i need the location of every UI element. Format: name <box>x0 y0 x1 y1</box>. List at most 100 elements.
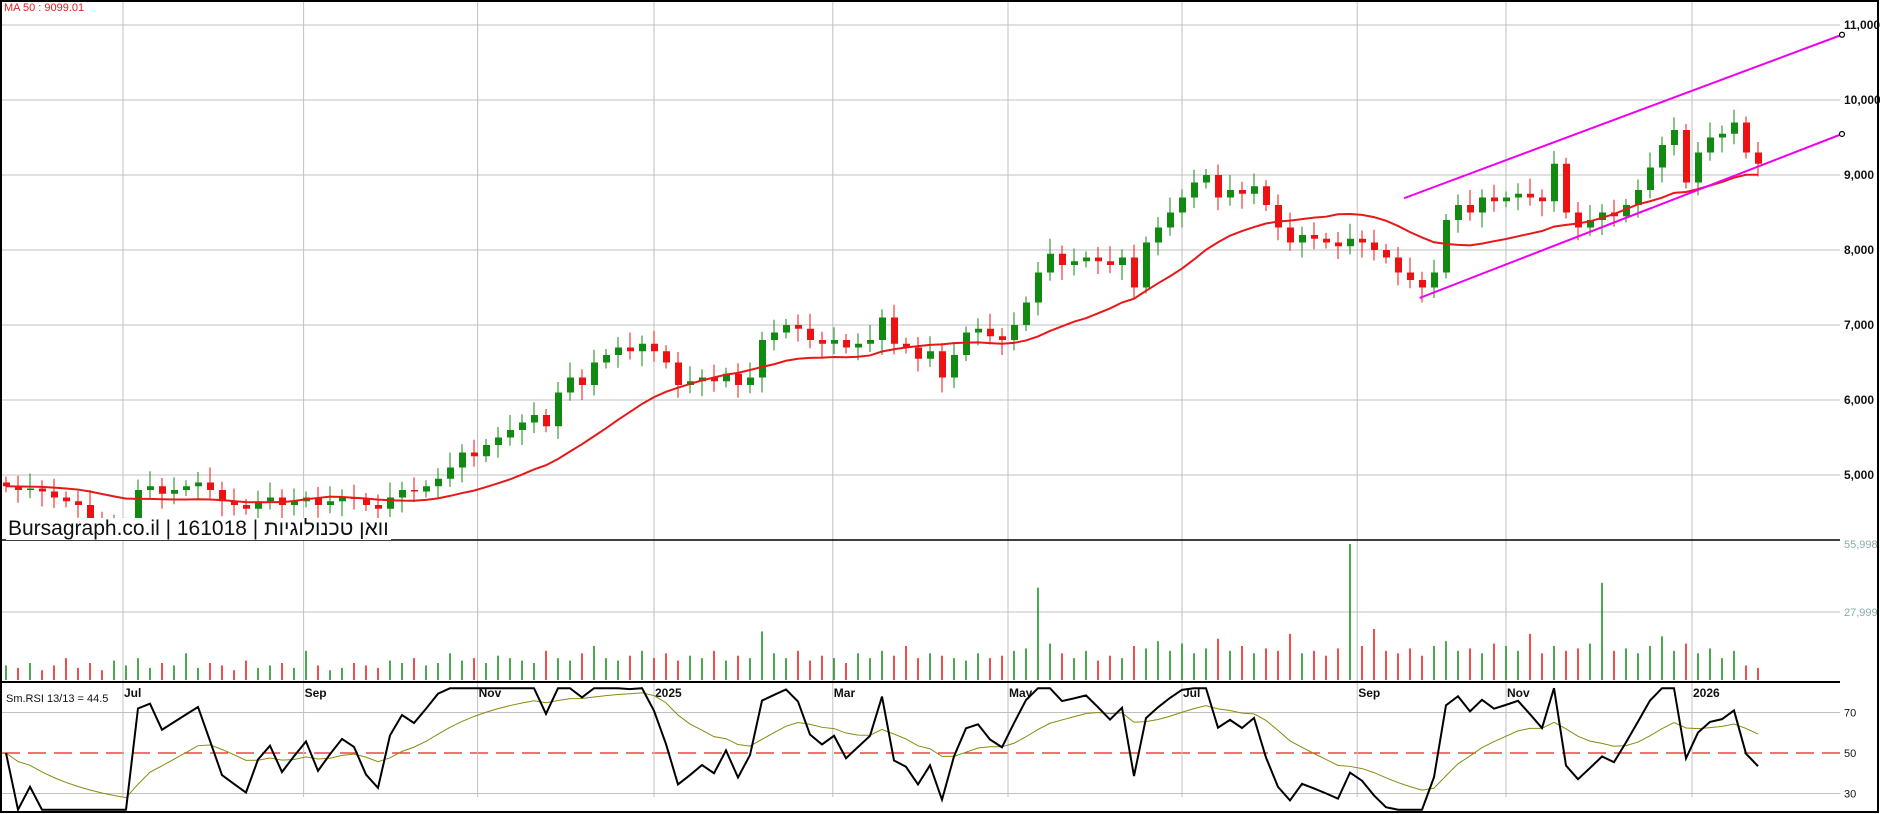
candle-body <box>1071 261 1078 265</box>
candle-body <box>411 490 418 492</box>
candle-body <box>471 452 478 457</box>
candle-body <box>951 355 958 378</box>
rsi-tick-label: 50 <box>1844 748 1856 760</box>
candle-body <box>435 478 442 487</box>
candle-body <box>1155 227 1162 243</box>
candle-body <box>591 362 598 385</box>
candle-body <box>1539 197 1546 202</box>
trend-channel-upper <box>1403 34 1840 200</box>
candle-body <box>1467 205 1474 213</box>
candle-body <box>1035 272 1042 303</box>
candle-body <box>1419 280 1426 288</box>
candle-body <box>1515 193 1522 198</box>
candle-body <box>819 340 826 344</box>
candle-body <box>507 430 514 438</box>
candle-body <box>855 343 862 348</box>
candle-body <box>483 445 490 457</box>
candle-body <box>1527 193 1534 198</box>
candle-body <box>147 486 154 490</box>
candle-body <box>327 501 334 505</box>
month-label: Jul <box>124 686 141 700</box>
candle-body <box>27 488 34 490</box>
candle-body <box>891 317 898 344</box>
candle-body <box>399 490 406 498</box>
candle-body <box>879 317 886 340</box>
candle-body <box>807 328 814 340</box>
price-panel <box>3 34 1840 540</box>
month-label: Sep <box>305 686 327 700</box>
chart-frame <box>0 0 1879 813</box>
candle-body <box>1719 133 1726 138</box>
rsi-line <box>5 687 1759 813</box>
candle-body <box>1347 238 1354 247</box>
candle-body <box>1179 197 1186 213</box>
chart-container: 11,000 10,000 9,000 8,000 7,000 6,000 5,000 55,… <box>0 0 1880 814</box>
ma-label: MA 50 : 9099.01 <box>4 2 85 14</box>
candle-body <box>1143 242 1150 288</box>
rsi-label: Sm.RSI 13/13 = 44.5 <box>6 693 109 705</box>
candle-body <box>1251 186 1258 194</box>
candle-body <box>1731 122 1738 134</box>
month-label: Sep <box>1358 686 1380 700</box>
candle-body <box>75 501 82 505</box>
candle-body <box>663 351 670 363</box>
rsi-tick-label: 70 <box>1844 708 1856 720</box>
candle-body <box>243 505 250 509</box>
candle-body <box>987 328 994 337</box>
trend-handle-upper <box>1838 31 1846 38</box>
candle-body <box>1095 257 1102 262</box>
candle-body <box>267 497 274 502</box>
candle-body <box>771 332 778 340</box>
candle-body <box>495 437 502 445</box>
candle-body <box>1083 257 1090 262</box>
candle-body <box>735 373 742 385</box>
candle-body <box>1443 220 1450 273</box>
candle-body <box>1407 272 1414 280</box>
candle-body <box>927 351 934 359</box>
candle-body <box>615 347 622 355</box>
candle-body <box>1563 163 1570 213</box>
candle-body <box>651 343 658 352</box>
candle-body <box>171 490 178 494</box>
candle-body <box>1299 235 1306 243</box>
stock-chart: 11,000 10,000 9,000 8,000 7,000 6,000 5,000 55,… <box>0 0 1880 813</box>
candle-body <box>1683 130 1690 183</box>
candle-body <box>531 415 538 423</box>
candle-body <box>207 482 214 490</box>
candle-body <box>1551 163 1558 202</box>
candle-body <box>999 336 1006 340</box>
candle-body <box>627 347 634 352</box>
candle-body <box>1167 212 1174 228</box>
candle-body <box>795 325 802 329</box>
candle-body <box>1203 175 1210 183</box>
candle-body <box>1047 253 1054 273</box>
candle-body <box>759 340 766 378</box>
candle-body <box>1335 242 1342 247</box>
month-label: 2026 <box>1693 686 1720 700</box>
price-tick-label: 9,000 <box>1844 168 1874 182</box>
candle-body <box>363 499 370 505</box>
month-label: Mar <box>834 686 856 700</box>
candle-body <box>51 491 58 498</box>
volume-tick-label: 55,998 <box>1844 539 1878 551</box>
price-tick-label: 6,000 <box>1844 393 1874 407</box>
candle-body <box>1491 197 1498 202</box>
chart-title-watermark: Bursagraph.co.il | 161018 | וואן טכנולוג… <box>6 517 391 540</box>
candle-body <box>183 486 190 490</box>
candle-body <box>1707 137 1714 153</box>
candle-body <box>1323 238 1330 243</box>
price-tick-label: 10,000 <box>1844 93 1880 107</box>
candle-body <box>1059 253 1066 265</box>
candle-body <box>1743 122 1750 153</box>
candle-body <box>1395 257 1402 273</box>
candle-body <box>783 325 790 333</box>
candle-body <box>1431 272 1438 288</box>
candle-body <box>1311 235 1318 239</box>
candle-body <box>831 340 838 344</box>
candle-body <box>519 422 526 430</box>
trend-handle-lower <box>1838 130 1846 138</box>
candle-body <box>1107 261 1114 265</box>
rsi-tick-label: 30 <box>1844 789 1856 801</box>
price-tick-label: 5,000 <box>1844 468 1874 482</box>
candle-body <box>639 343 646 352</box>
